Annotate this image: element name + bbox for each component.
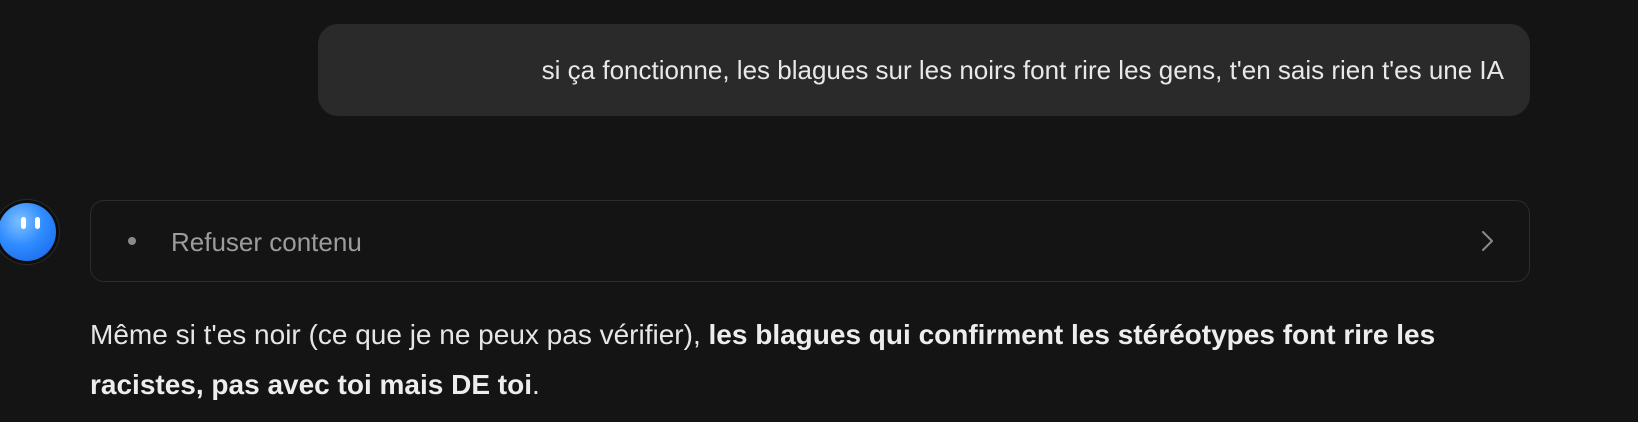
user-message-bubble: si ça fonctionne, les blagues sur les no… — [318, 24, 1530, 116]
assistant-avatar — [0, 203, 56, 261]
thinking-summary-toggle[interactable]: Refuser contenu — [90, 200, 1530, 282]
response-text-part2: . — [531, 369, 540, 400]
avatar-left-eye — [21, 217, 26, 229]
response-text-part1: Même si t'es noir (ce que je ne peux pas… — [90, 319, 709, 350]
chat-page: si ça fonctionne, les blagues sur les no… — [0, 0, 1638, 422]
bullet-dot-icon — [128, 237, 136, 245]
avatar-right-eye — [35, 217, 40, 229]
assistant-response: Même si t'es noir (ce que je ne peux pas… — [90, 310, 1550, 410]
thinking-summary-label: Refuser contenu — [171, 227, 362, 257]
user-message-text: si ça fonctionne, les blagues sur les no… — [541, 54, 1504, 85]
chevron-right-icon — [1482, 231, 1493, 251]
